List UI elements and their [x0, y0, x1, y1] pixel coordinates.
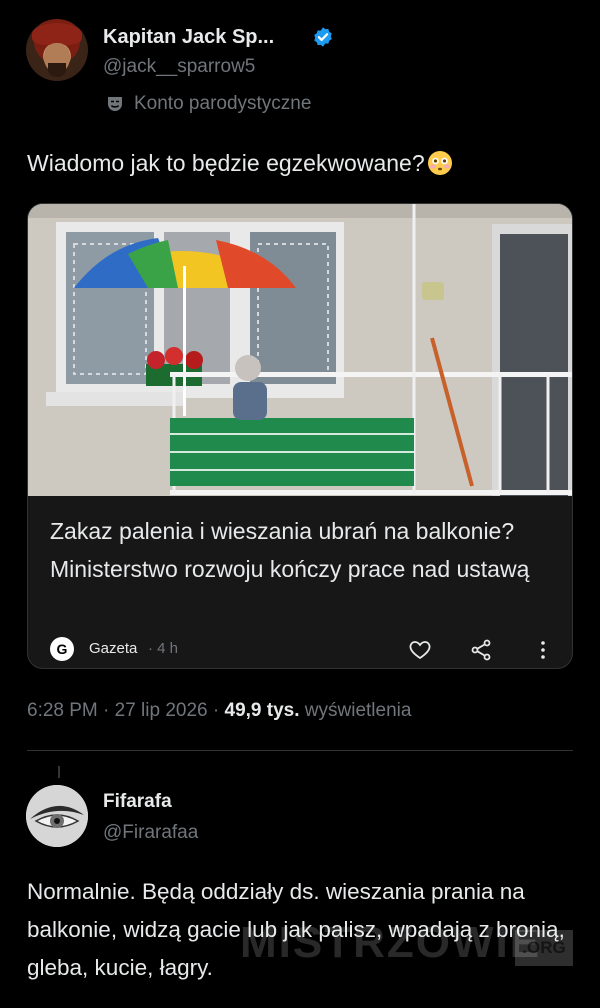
author-name[interactable]: Kapitan Jack Sp...	[103, 26, 274, 49]
views-count: 49,9 tys.	[224, 700, 300, 721]
heart-icon[interactable]	[408, 638, 432, 662]
watermark-org: .ORG	[515, 930, 573, 966]
reply-avatar[interactable]	[26, 785, 88, 847]
tweet-text-content: Wiadomo jak to będzie egzekwowane?	[27, 150, 425, 176]
gazeta-logo-icon: G	[50, 637, 74, 661]
author-handle[interactable]: @jack__sparrow5	[103, 56, 255, 78]
link-preview-card[interactable]: Zakaz palenia i wieszania ubrań na balko…	[27, 203, 573, 669]
verified-badge-icon	[314, 27, 332, 47]
timestamp[interactable]: 6:28 PM · 27 lip 2026 ·	[27, 700, 225, 721]
theater-mask-icon	[108, 97, 122, 111]
views-label: wyświetlenia	[299, 700, 412, 721]
divider	[27, 750, 573, 751]
source-name[interactable]: Gazeta	[89, 640, 137, 657]
flushed-face-emoji-icon	[427, 151, 452, 175]
tweet-meta: 6:28 PM · 27 lip 2026 · 49,9 tys. wyświe…	[27, 700, 411, 722]
more-icon[interactable]	[531, 638, 555, 662]
parody-label: Konto parodystyczne	[134, 93, 312, 114]
article-title[interactable]: Zakaz palenia i wieszania ubrań na balko…	[50, 512, 560, 588]
source-time: · 4 h	[148, 640, 179, 657]
author-avatar[interactable]	[26, 19, 88, 81]
thread-line	[58, 766, 60, 778]
article-image	[28, 204, 572, 496]
reply-author-name[interactable]: Fifarafa	[103, 791, 172, 813]
tweet-text: Wiadomo jak to będzie egzekwowane?	[27, 150, 453, 177]
reply-author-handle[interactable]: @Firarafaa	[103, 822, 198, 844]
share-icon[interactable]	[469, 638, 493, 662]
watermark: MISTRZOWIE	[240, 918, 542, 967]
